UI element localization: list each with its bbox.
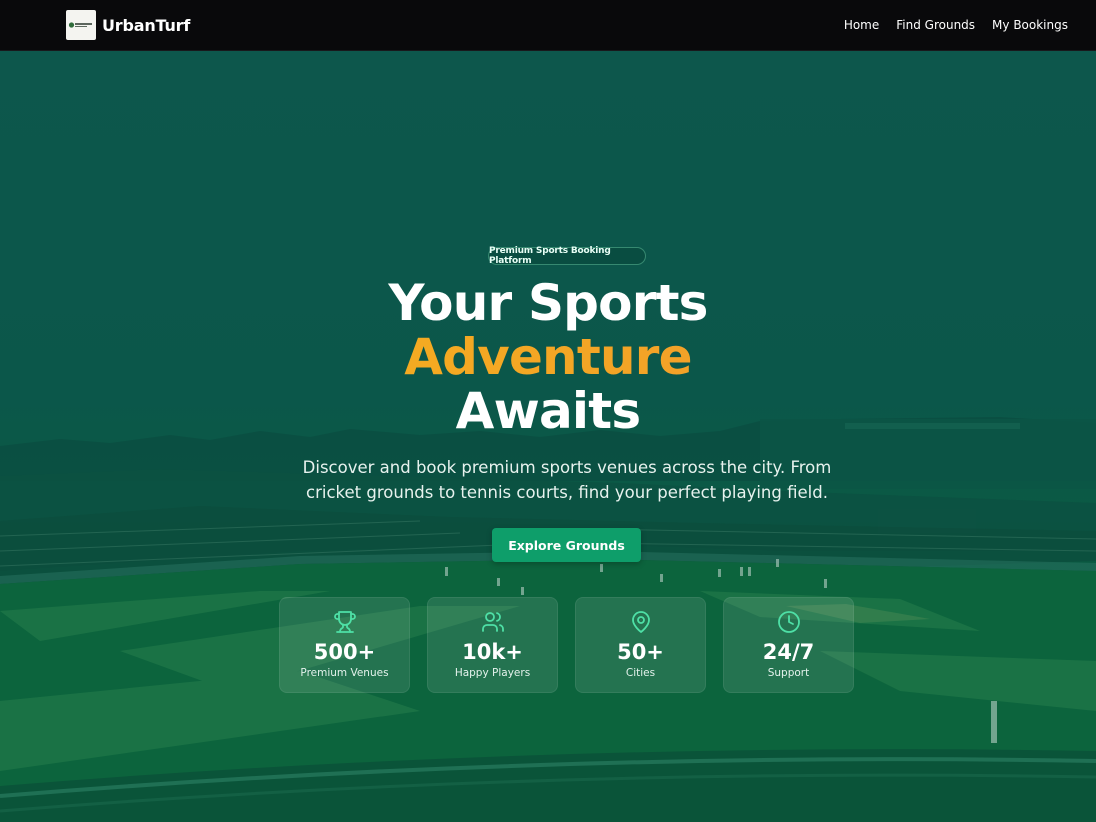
main-nav: Home Find Grounds My Bookings [844,18,1068,32]
stat-card-players: 10k+ Happy Players [427,597,558,693]
users-icon [481,612,504,632]
explore-grounds-button[interactable]: Explore Grounds [492,528,641,562]
stat-label: Happy Players [454,667,531,679]
brand-name: UrbanTurf [102,15,191,35]
map-pin-icon [631,611,650,633]
stat-card-support: 24/7 Support [723,597,854,693]
stat-value: 50+ [617,640,664,664]
stat-value: 500+ [313,640,376,664]
stats-row: 500+ Premium Venues 10k+ Happy Players 5… [279,597,854,693]
stat-card-venues: 500+ Premium Venues [279,597,410,693]
stat-value: 24/7 [762,640,815,664]
stat-value: 10k+ [462,640,523,664]
trophy-icon [333,611,356,633]
hero-description: Discover and book premium sports venues … [302,458,832,502]
stat-card-cities: 50+ Cities [575,597,706,693]
platform-badge: Premium Sports Booking Platform [488,246,646,266]
headline-line-3: Awaits [455,382,641,440]
clock-icon [777,611,800,633]
stat-label: Cities [625,667,656,679]
brand[interactable]: UrbanTurf [66,10,190,40]
stat-label: Premium Venues [300,667,389,679]
stat-label: Support [767,667,810,679]
top-navigation-bar: UrbanTurf Home Find Grounds My Bookings [0,0,1096,51]
nav-home-link[interactable]: Home [844,18,879,32]
leaf-logo-icon [68,22,92,28]
nav-find-grounds-link[interactable]: Find Grounds [896,18,975,32]
hero-headline: Your Sports Adventure Awaits [0,276,1096,438]
nav-my-bookings-link[interactable]: My Bookings [992,18,1068,32]
headline-highlight: Adventure [0,330,1096,384]
brand-logo [66,10,96,40]
headline-line-1: Your Sports [388,274,708,332]
hero-section: Premium Sports Booking Platform Your Spo… [0,51,1096,822]
